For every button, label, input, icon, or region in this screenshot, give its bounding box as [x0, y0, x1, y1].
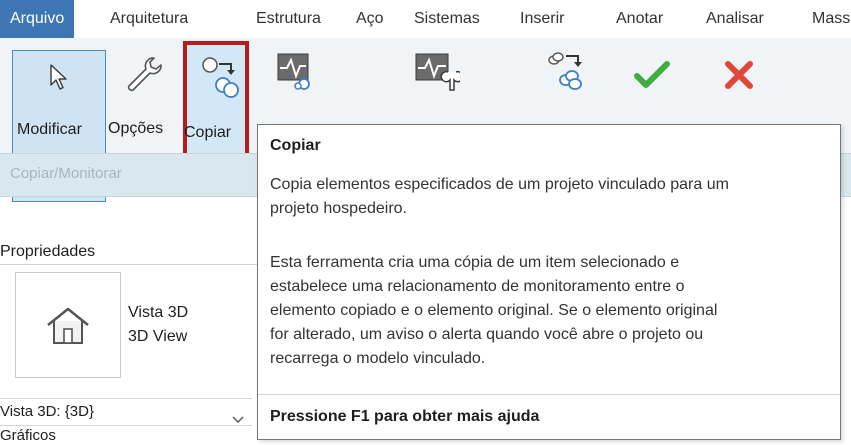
- view-selector-value: Vista 3D: {3D}: [0, 403, 94, 420]
- tab-analisar[interactable]: Analisar: [706, 0, 764, 38]
- panel-label: Copiar/Monitorar: [10, 165, 122, 182]
- divider: [0, 264, 258, 265]
- tooltip-summary-line-1: Copia elementos especificados de um proj…: [270, 176, 729, 193]
- copy-button[interactable]: Copiar: [183, 41, 249, 171]
- copy-circles-icon: [201, 55, 241, 104]
- red-x-icon: [724, 60, 754, 95]
- copy-label: Copiar: [184, 124, 232, 141]
- tooltip-detail-line-1: Esta ferramenta cria uma cópia de um ite…: [270, 254, 680, 271]
- ribbon-tab-bar: Arquivo Arquitetura Estrutura Aço Sistem…: [0, 0, 851, 39]
- tab-sistemas[interactable]: Sistemas: [414, 0, 480, 38]
- tooltip-detail-line-4: for alterado, um aviso o alerta quando v…: [270, 326, 704, 343]
- type-name-secondary: 3D View: [128, 328, 188, 345]
- modify-button[interactable]: Modificar: [12, 50, 106, 202]
- wrench-icon: [124, 54, 164, 99]
- graphics-group-label: Gráficos: [0, 427, 56, 444]
- options-label: Opções: [108, 120, 164, 137]
- tab-aco[interactable]: Aço: [356, 0, 384, 38]
- modify-label: Modificar: [17, 121, 82, 138]
- chevron-down-icon: [232, 407, 244, 433]
- cursor-arrow-icon: [47, 63, 71, 96]
- tooltip-summary-line-2: projeto hospedeiro.: [270, 200, 407, 217]
- tab-arquitetura[interactable]: Arquitetura: [110, 0, 188, 38]
- type-preview: [15, 272, 121, 378]
- view-selector-dropdown[interactable]: Vista 3D: {3D}: [0, 398, 252, 426]
- batch-copy-icon: [544, 48, 588, 97]
- green-check-icon: [634, 60, 670, 95]
- coordination-review-icon: [414, 52, 464, 97]
- house-3d-icon: [44, 303, 92, 352]
- tooltip-detail-line-5: recarrega o modelo vinculado.: [270, 350, 486, 367]
- tab-arquivo[interactable]: Arquivo: [0, 0, 75, 38]
- tab-inserir[interactable]: Inserir: [520, 0, 564, 38]
- tooltip-detail-line-2: estabelece uma relacionamento de monitor…: [270, 278, 685, 295]
- tooltip-title: Copiar: [270, 137, 321, 154]
- tooltip-detail-line-3: elemento copiado e o elemento original. …: [270, 302, 718, 319]
- copy-tooltip: Copiar Copia elementos especificados de …: [257, 124, 841, 440]
- tab-anotar[interactable]: Anotar: [616, 0, 663, 38]
- type-name-primary: Vista 3D: [128, 304, 189, 321]
- properties-title: Propriedades: [0, 243, 96, 260]
- options-button[interactable]: Opções: [108, 38, 178, 154]
- monitor-graph-icon: [276, 52, 316, 97]
- divider: [258, 394, 840, 395]
- tab-estrutura[interactable]: Estrutura: [256, 0, 321, 38]
- tooltip-help-hint: Pressione F1 para obter mais ajuda: [270, 408, 540, 425]
- tab-massa[interactable]: Mass: [812, 0, 850, 38]
